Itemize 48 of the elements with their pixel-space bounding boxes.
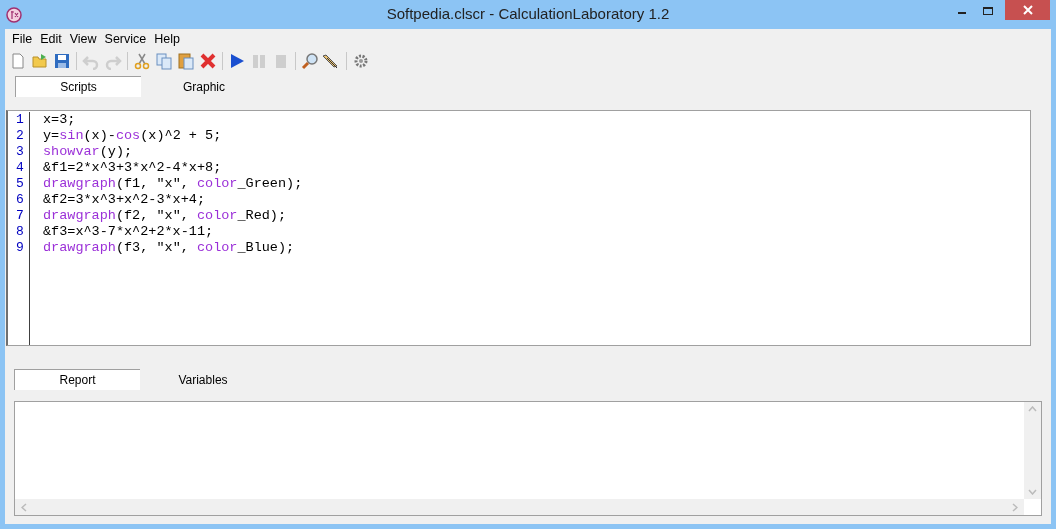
code-line: &f1=2*x^3+3*x^2-4*x+8; xyxy=(43,160,223,176)
menu-item[interactable]: View xyxy=(65,29,101,49)
menu-item[interactable]: Help xyxy=(150,29,184,49)
menu-item[interactable]: File xyxy=(8,29,37,49)
line-number: 2 xyxy=(15,128,25,144)
save-icon[interactable] xyxy=(53,52,71,70)
menu-item[interactable]: Service xyxy=(100,29,151,49)
code-line: showvar(y); xyxy=(43,144,134,160)
code-line: drawgraph(f1, "x", color_Green); xyxy=(43,176,303,192)
line-number: 1 xyxy=(15,112,25,128)
code-line: &f3=x^3-7*x^2+2*x-11; xyxy=(43,224,215,240)
close-button[interactable] xyxy=(1005,0,1050,20)
line-number: 3 xyxy=(15,144,25,160)
copy-icon[interactable] xyxy=(155,52,173,70)
scroll-down-icon[interactable] xyxy=(1028,489,1037,495)
code-line: x=3; xyxy=(43,112,77,128)
tab[interactable]: Scripts xyxy=(15,76,141,97)
tab[interactable]: Variables xyxy=(140,369,266,390)
tab[interactable]: Report xyxy=(14,369,140,390)
close-icon xyxy=(1022,5,1033,15)
folder-icon[interactable] xyxy=(31,52,49,70)
window-title: Softpedia.clscr - CalculationLaboratory 1.2 xyxy=(386,4,670,25)
vertical-scrollbar[interactable] xyxy=(1024,402,1041,499)
code-line: y=sin(x)-cos(x)^2 + 5; xyxy=(43,128,223,144)
line-number: 6 xyxy=(15,192,25,208)
app-logo-icon xyxy=(6,6,22,23)
new-file-icon[interactable] xyxy=(9,52,27,70)
clipboard-icon[interactable] xyxy=(177,52,195,70)
gears-icon[interactable] xyxy=(352,52,370,70)
scissors-icon[interactable] xyxy=(133,52,151,70)
scroll-left-icon[interactable] xyxy=(21,502,27,512)
delete-icon[interactable] xyxy=(199,52,217,70)
line-number: 4 xyxy=(15,160,25,176)
code-line: &f2=3*x^3+x^2-3*x+4; xyxy=(43,192,207,208)
line-number: 9 xyxy=(15,240,25,256)
tab[interactable]: Graphic xyxy=(141,76,267,97)
magnifier-icon[interactable] xyxy=(301,52,319,70)
line-number: 7 xyxy=(15,208,25,224)
code-line: drawgraph(f3, "x", color_Blue); xyxy=(43,240,296,256)
scroll-up-icon[interactable] xyxy=(1028,406,1037,412)
line-number: 5 xyxy=(15,176,25,192)
menu-item[interactable]: Edit xyxy=(36,29,66,49)
scroll-right-icon[interactable] xyxy=(1012,502,1018,512)
play-icon[interactable] xyxy=(228,52,246,70)
line-number: 8 xyxy=(15,224,25,240)
horizontal-scrollbar[interactable] xyxy=(15,499,1024,515)
code-editor[interactable] xyxy=(6,110,1031,346)
code-line: drawgraph(f2, "x", color_Red); xyxy=(43,208,288,224)
